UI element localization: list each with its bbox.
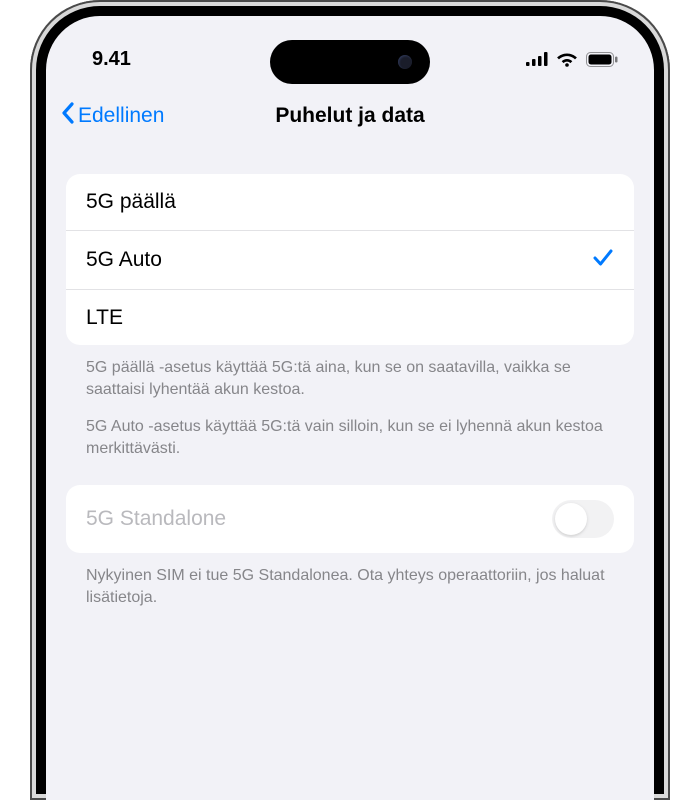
standalone-row: 5G Standalone [66,485,634,553]
option-label: 5G Auto [86,248,162,272]
checkmark-icon [592,246,614,274]
option-5g-on[interactable]: 5G päällä [66,174,634,230]
voice-data-options-group: 5G päällä 5G Auto LTE [66,174,634,345]
wifi-icon [556,51,578,67]
footer-text-2: 5G Auto -asetus käyttää 5G:tä vain sillo… [66,400,634,459]
status-indicators [526,51,618,67]
chevron-left-icon [60,101,76,131]
nav-bar: Edellinen Puhelut ja data [46,88,654,144]
option-lte[interactable]: LTE [66,289,634,345]
battery-icon [586,52,618,67]
toggle-knob [555,503,587,535]
option-5g-auto[interactable]: 5G Auto [66,230,634,289]
standalone-label: 5G Standalone [86,507,226,531]
footer-text-1: 5G päällä -asetus käyttää 5G:tä aina, ku… [66,345,634,400]
option-label: LTE [86,306,123,330]
device-frame: 9.41 Edellinen Puhelut ja data [30,0,670,800]
option-label: 5G päällä [86,190,176,214]
page-title: Puhelut ja data [275,104,424,128]
standalone-toggle [552,500,614,538]
dynamic-island [270,40,430,84]
standalone-footer: Nykyinen SIM ei tue 5G Standalonea. Ota … [66,553,634,608]
standalone-group: 5G Standalone [66,485,634,553]
screen: 9.41 Edellinen Puhelut ja data [46,16,654,800]
back-label: Edellinen [78,104,164,128]
cellular-signal-icon [526,52,548,66]
status-time: 9.41 [92,48,192,71]
content-area: 5G päällä 5G Auto LTE 5G päällä -asetus … [46,144,654,609]
back-button[interactable]: Edellinen [62,101,164,131]
front-camera [398,55,412,69]
